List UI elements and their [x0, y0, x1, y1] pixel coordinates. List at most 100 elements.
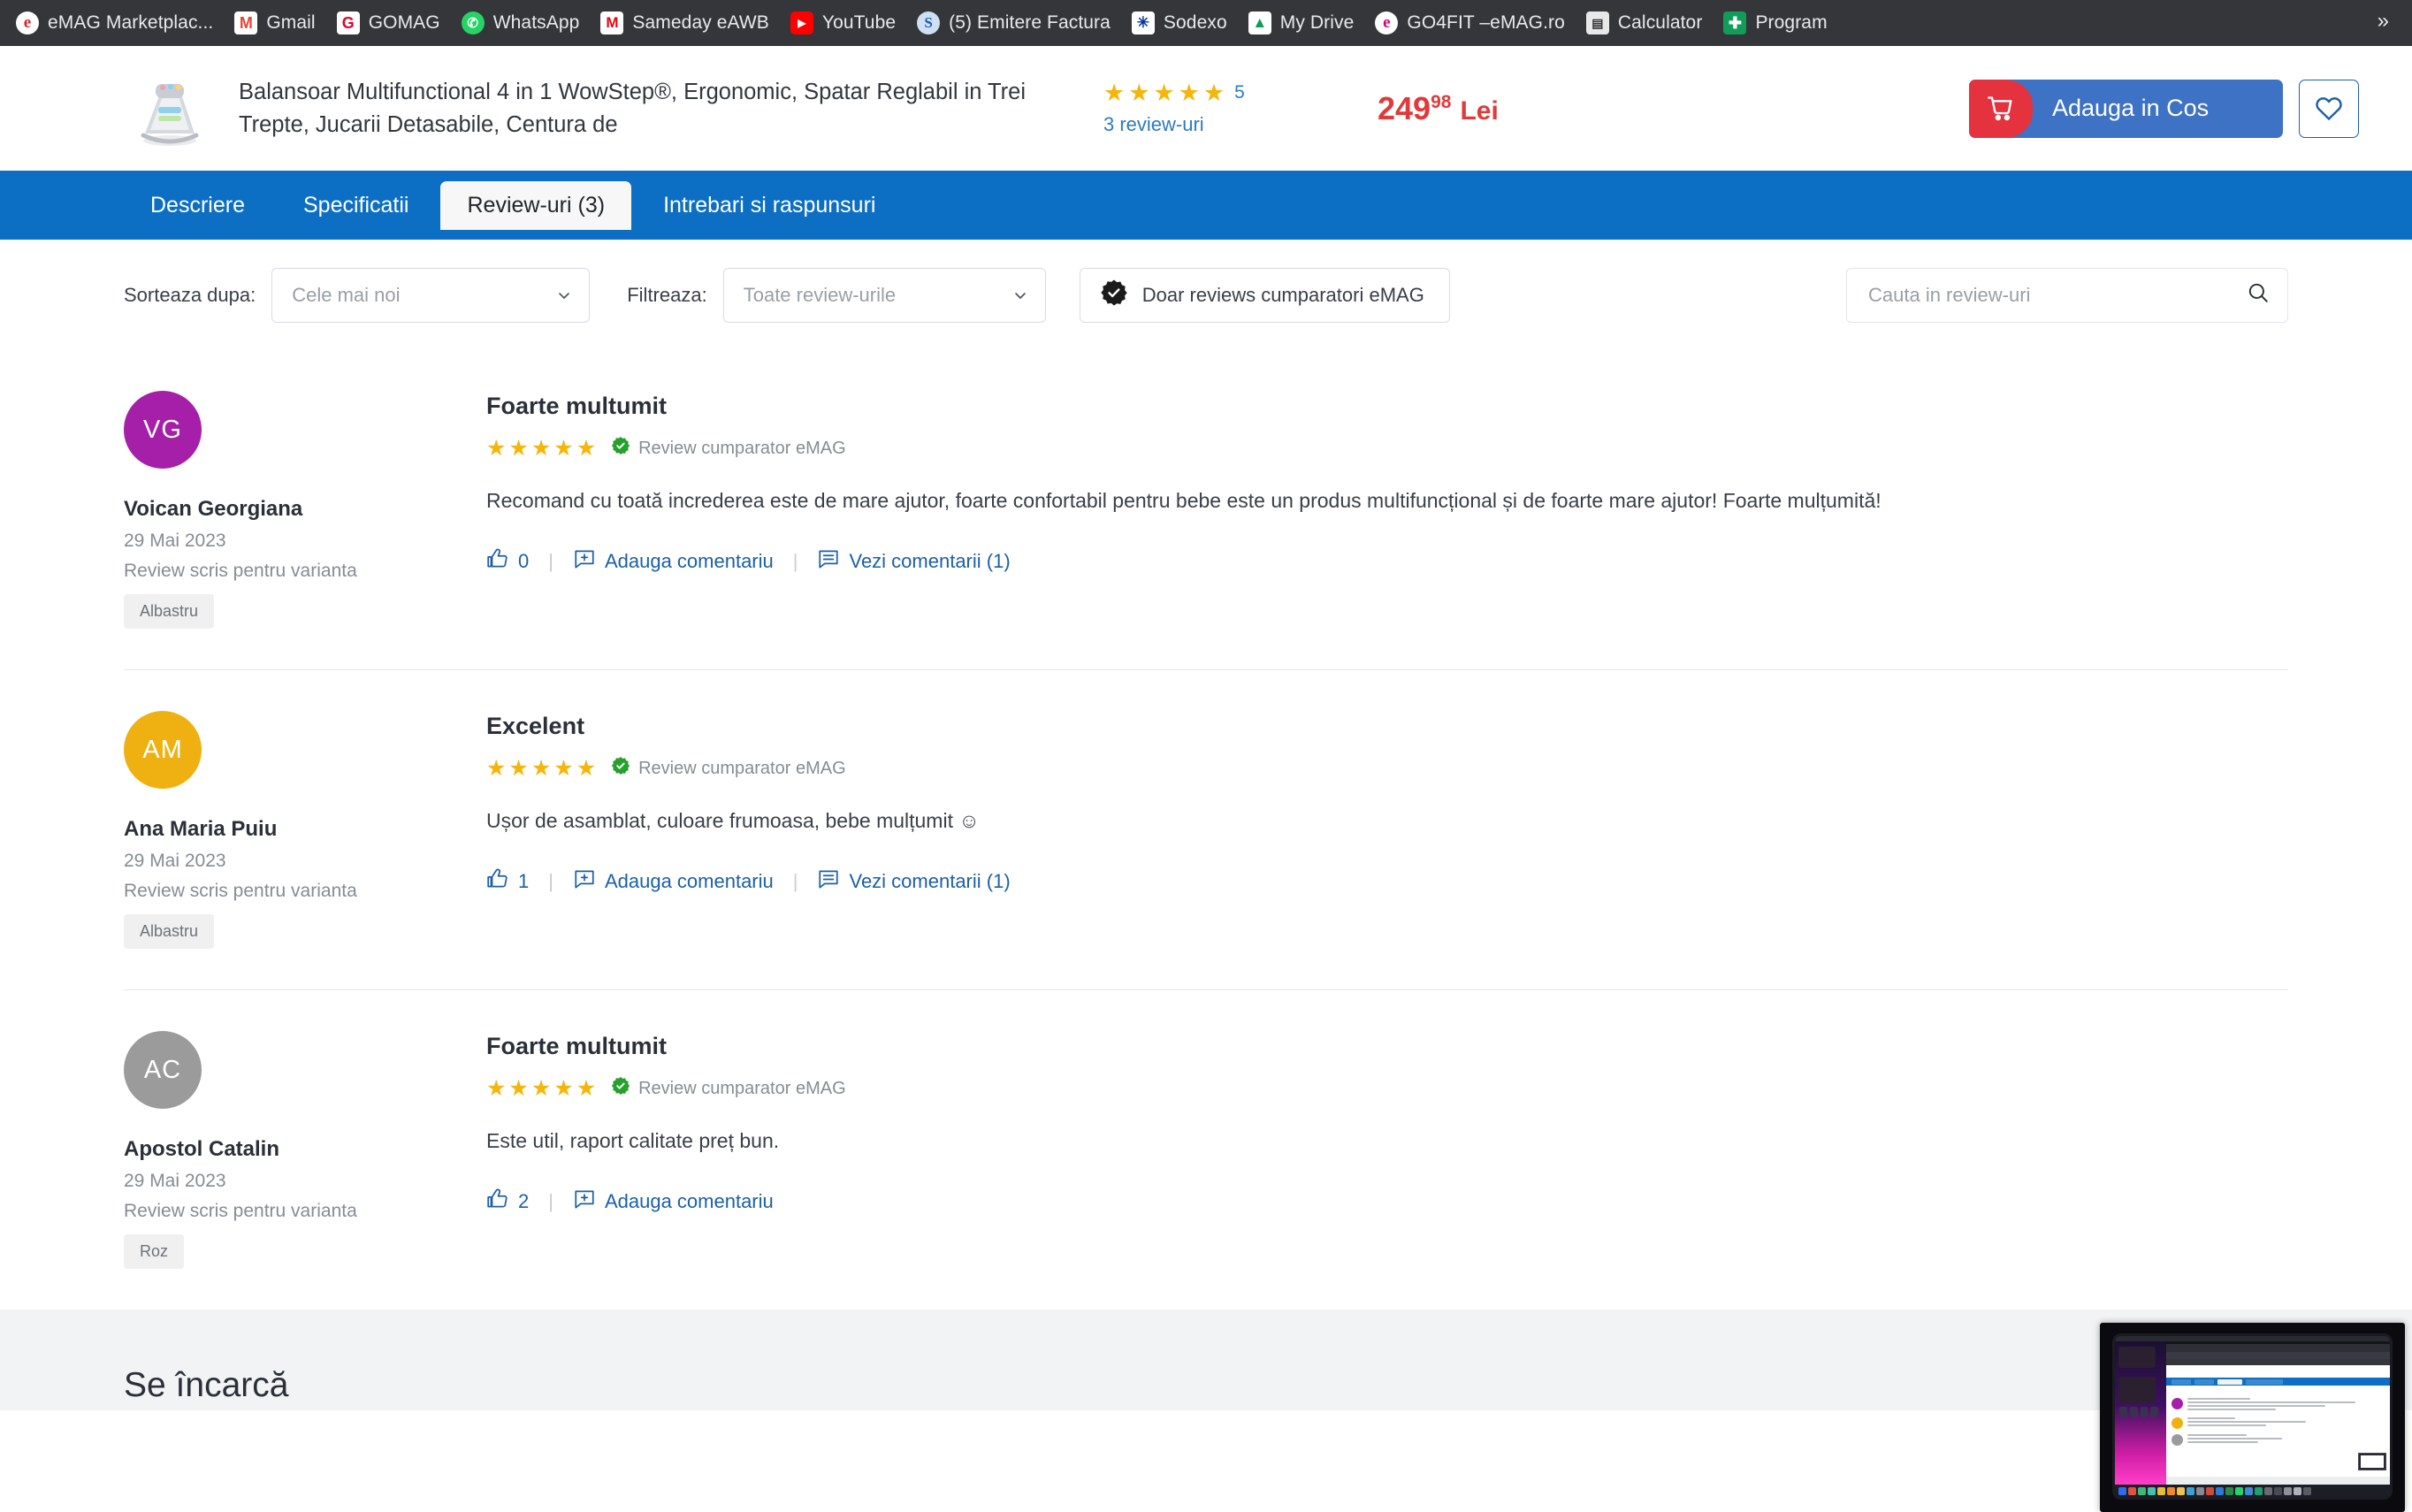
star-icon: ★	[530, 755, 552, 781]
gomag-icon: G	[336, 11, 360, 34]
star-icon: ★	[576, 1075, 597, 1101]
view-comments-label: Vezi comentarii (1)	[849, 550, 1011, 573]
bookmark-item[interactable]: ✆ WhatsApp	[451, 7, 591, 39]
filter-select[interactable]: Toate review-urile	[722, 267, 1046, 323]
review-title: Foarte multumit	[486, 393, 668, 419]
tab-1[interactable]: Descriere	[124, 181, 271, 230]
tab-3[interactable]: Review-uri (3)	[440, 180, 632, 230]
review-date: 29 Mai 2023	[124, 851, 226, 871]
verified-buyer-badge: Review cumparator eMAG	[611, 756, 846, 781]
self-view-desktop-wallpaper	[2115, 1341, 2166, 1485]
product-thumbnail-image[interactable]	[124, 63, 216, 155]
review-rating-stars: ★ ★ ★ ★ ★ Review cumparator eMAG	[486, 1076, 2288, 1101]
review-date: 29 Mai 2023	[124, 1171, 226, 1191]
program-icon: ✚	[1723, 11, 1747, 34]
self-view-screen	[2112, 1333, 2393, 1500]
star-icon: ★	[553, 435, 574, 461]
bookmark-item[interactable]: ▲ My Drive	[1238, 7, 1365, 39]
review-text: Recomand cu toată increderea este de mar…	[486, 489, 1882, 512]
star-icon: ★	[553, 1075, 574, 1101]
reviews-list: VG Voican Georgiana 29 Mai 2023 Review scri…	[0, 350, 2412, 1310]
bookmark-item[interactable]: ▤ Calculator	[1576, 7, 1714, 39]
sodexo-icon: ✳	[1131, 11, 1155, 34]
product-title[interactable]: Balansoar Multifunctional 4 in 1 WowStep…	[239, 76, 1034, 140]
search-input[interactable]	[1868, 283, 2247, 307]
bookmark-item[interactable]: ✳ Sodexo	[1121, 7, 1238, 39]
action-separator: |	[548, 870, 553, 893]
bookmark-label: (5) Emitere Factura	[949, 12, 1111, 33]
bookmark-item[interactable]: M Sameday eAWB	[590, 7, 780, 39]
bookmark-item[interactable]: M Gmail	[224, 7, 325, 39]
like-button[interactable]: 1	[486, 867, 529, 896]
self-view-dock	[2115, 1485, 2390, 1497]
star-icon: ★	[486, 755, 507, 781]
bookmarks-overflow-button[interactable]: »	[2362, 5, 2405, 41]
tab-4[interactable]: Intrebari si raspunsuri	[637, 181, 902, 230]
add-comment-button[interactable]: Adauga comentariu	[573, 1187, 774, 1216]
star-icon: ★	[1178, 79, 1200, 106]
add-comment-icon	[573, 547, 596, 576]
thumbs-up-icon	[486, 547, 509, 576]
add-comment-button[interactable]: Adauga comentariu	[573, 867, 774, 896]
filter-select-value: Toate review-urile	[743, 283, 897, 306]
avatar-initials: VG	[143, 415, 182, 444]
action-separator: |	[792, 870, 798, 893]
like-count: 2	[518, 1190, 530, 1213]
whatsapp-icon: ✆	[461, 11, 485, 34]
review-variant-chip[interactable]: Albastru	[124, 594, 215, 629]
review-variant-chip[interactable]: Roz	[124, 1234, 185, 1269]
star-icon: ★	[508, 435, 529, 461]
bookmark-item[interactable]: ✚ Program	[1713, 7, 1837, 39]
review-item: VG Voican Georgiana 29 Mai 2023 Review scri…	[124, 350, 2288, 670]
screen-share-self-view-thumbnail[interactable]	[2100, 1323, 2405, 1512]
star-icon: ★	[530, 1075, 552, 1101]
chevron-down-icon	[557, 288, 571, 302]
add-to-cart-button[interactable]: Adauga in Cos	[1969, 79, 2283, 138]
review-author-block: VG Voican Georgiana 29 Mai 2023 Review scri…	[124, 391, 486, 629]
review-date: 29 Mai 2023	[124, 531, 226, 551]
star-icon: ★	[1128, 79, 1150, 106]
verified-buyer-badge: Review cumparator eMAG	[611, 436, 846, 461]
bookmark-label: My Drive	[1279, 12, 1355, 33]
view-comments-button[interactable]: Vezi comentarii (1)	[817, 547, 1011, 576]
add-comment-label: Adauga comentariu	[604, 550, 774, 573]
tab-2[interactable]: Specificatii	[277, 181, 436, 230]
product-actions: Adauga in Cos	[1969, 79, 2359, 138]
loading-text: Se încarcă	[124, 1366, 289, 1404]
review-variant-label: Review scris pentru varianta	[124, 881, 357, 901]
bookmark-item[interactable]: e eMAG Marketplac...	[5, 7, 224, 39]
view-comments-button[interactable]: Vezi comentarii (1)	[817, 867, 1011, 896]
review-variant-chip[interactable]: Albastru	[124, 914, 215, 949]
review-author-block: AM Ana Maria Puiu 29 Mai 2023 Review scris …	[124, 711, 486, 949]
reviews-search-box[interactable]	[1846, 267, 2288, 323]
bookmark-item[interactable]: ▶ YouTube	[780, 7, 906, 39]
verified-buyer-label: Review cumparator eMAG	[638, 438, 846, 458]
go4fit-icon: e	[1375, 11, 1399, 34]
youtube-icon: ▶	[790, 11, 813, 34]
bookmark-item[interactable]: G GOMAG	[326, 7, 451, 39]
bookmark-label: Sameday eAWB	[632, 12, 769, 33]
star-icon: ★	[486, 1075, 507, 1101]
product-rating-block: ★ ★ ★ ★ ★ 5 3 review-uri	[1103, 79, 1280, 136]
bookmark-label: Sodexo	[1163, 12, 1227, 33]
like-count: 0	[518, 550, 530, 573]
search-icon[interactable]	[2247, 281, 2270, 309]
sort-select[interactable]: Cele mai noi	[271, 267, 591, 323]
review-content-block: Excelent ★ ★ ★ ★ ★ Review cumparator eMAG Ușor …	[486, 711, 2288, 949]
sort-label: Sorteaza dupa:	[124, 283, 256, 306]
like-button[interactable]: 2	[486, 1187, 529, 1216]
add-comment-button[interactable]: Adauga comentariu	[573, 547, 774, 576]
verified-buyers-toggle[interactable]: Doar reviews cumparatori eMAG	[1079, 267, 1450, 323]
review-actions: 1 | Adauga comentariu | Vezi comentarii (1)	[486, 867, 2288, 896]
chevron-down-icon	[1013, 288, 1027, 302]
reviews-count-link[interactable]: 3 review-uri	[1103, 113, 1280, 136]
comments-icon	[817, 547, 840, 576]
bookmark-item[interactable]: S (5) Emitere Factura	[906, 7, 1121, 39]
add-to-favorites-button[interactable]	[2299, 79, 2359, 138]
bookmark-label: YouTube	[821, 12, 897, 33]
like-count: 1	[518, 870, 530, 893]
bookmark-item[interactable]: e GO4FIT –eMAG.ro	[1364, 7, 1576, 39]
action-separator: |	[792, 550, 798, 573]
like-button[interactable]: 0	[486, 547, 529, 576]
star-icon: ★	[553, 755, 574, 781]
